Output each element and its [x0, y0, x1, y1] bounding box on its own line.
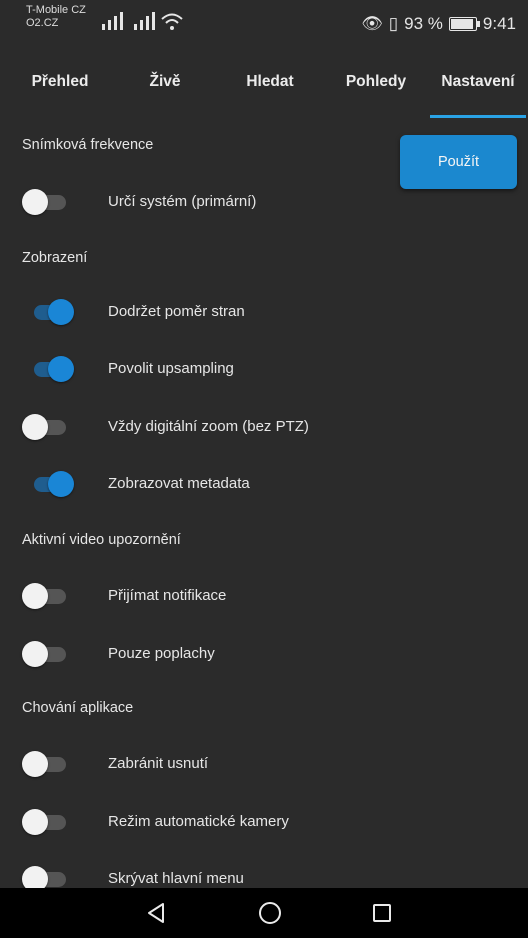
recents-icon[interactable]	[352, 888, 412, 938]
battery-percent: 93 %	[404, 14, 443, 33]
tab-overview[interactable]: Přehled	[0, 44, 120, 120]
signal-2-icon	[134, 12, 155, 30]
carrier-2: O2.CZ	[26, 17, 59, 29]
tab-views[interactable]: Pohledy	[326, 44, 426, 120]
toggle-prevent-sleep[interactable]	[22, 751, 68, 777]
toggle-upsampling[interactable]	[22, 356, 74, 382]
label-digital-zoom: Vždy digitální zoom (bez PTZ)	[108, 418, 309, 435]
vibrate-icon: ▯	[388, 14, 399, 33]
label-notifications: Přijímat notifikace	[108, 587, 227, 604]
label-prevent-sleep: Zabránit usnutí	[108, 755, 209, 772]
home-icon[interactable]	[240, 888, 300, 938]
wifi-icon	[161, 13, 183, 30]
label-alarms-only: Pouze poplachy	[108, 645, 215, 662]
label-metadata: Zobrazovat metadata	[108, 475, 250, 492]
apply-button[interactable]: Použít	[400, 135, 517, 189]
section-alerts: Aktivní video upozornění	[22, 532, 181, 548]
signal-1-icon	[102, 12, 123, 30]
carrier-1: T-Mobile CZ	[26, 4, 86, 16]
label-upsampling: Povolit upsampling	[108, 360, 234, 377]
label-auto-camera: Režim automatické kamery	[108, 813, 289, 830]
tab-settings[interactable]: Nastavení	[428, 44, 528, 120]
toggle-digital-zoom[interactable]	[22, 414, 68, 440]
toggle-notifications[interactable]	[22, 583, 68, 609]
status-right: 👁 ▯ 93 % 9:41	[361, 14, 516, 34]
clock: 9:41	[482, 14, 516, 33]
toggle-aspect[interactable]	[22, 299, 74, 325]
label-hide-menu: Skrývat hlavní menu	[108, 870, 244, 887]
tab-search[interactable]: Hledat	[220, 44, 320, 120]
section-display: Zobrazení	[22, 250, 88, 266]
eye-comfort-icon: 👁	[361, 14, 383, 33]
section-frame-rate: Snímková frekvence	[22, 137, 154, 153]
label-aspect: Dodržet poměr stran	[108, 303, 245, 320]
status-bar: T-Mobile CZ O2.CZ 👁 ▯ 93 % 9:41	[0, 0, 528, 44]
toggle-metadata[interactable]	[22, 471, 74, 497]
system-nav-bar	[0, 888, 528, 938]
carrier-info: T-Mobile CZ O2.CZ	[26, 4, 86, 30]
back-icon[interactable]	[126, 888, 186, 938]
label-system: Určí systém (primární)	[108, 193, 257, 210]
toggle-auto-camera[interactable]	[22, 809, 68, 835]
tab-live[interactable]: Živě	[120, 44, 210, 120]
section-behavior: Chování aplikace	[22, 700, 134, 716]
tab-bar: Přehled Živě Hledat Pohledy Nastavení	[0, 44, 528, 120]
battery-icon	[448, 17, 480, 31]
toggle-system[interactable]	[22, 189, 68, 215]
toggle-alarms-only[interactable]	[22, 641, 68, 667]
